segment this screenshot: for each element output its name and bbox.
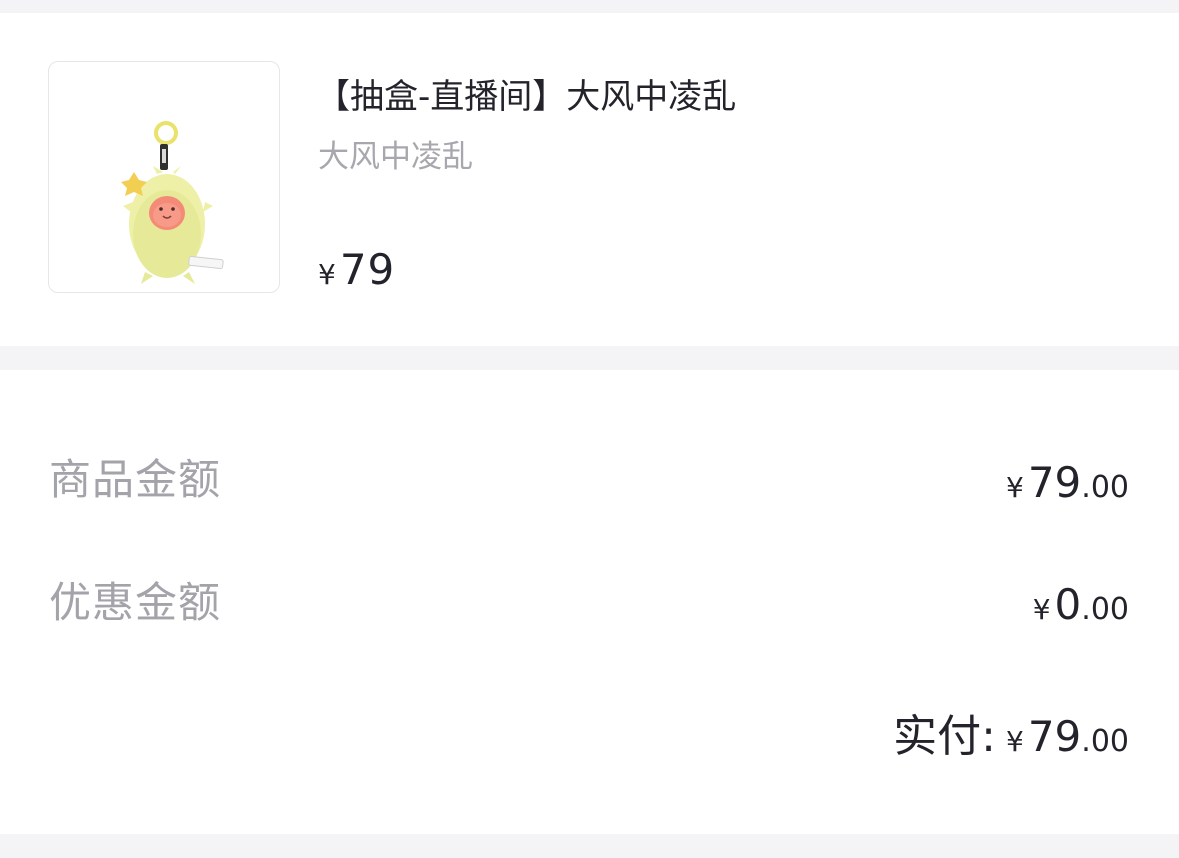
currency-symbol: ¥ bbox=[318, 258, 336, 291]
price-value: 79 bbox=[339, 245, 396, 294]
goods-amount-label: 商品金额 bbox=[49, 455, 222, 504]
product-variant: 大风中凌乱 bbox=[318, 139, 473, 175]
currency-symbol: ¥ bbox=[1006, 725, 1024, 758]
product-card[interactable]: 【抽盒-直播间】大风中凌乱 大风中凌乱 ¥79 bbox=[0, 13, 1179, 346]
product-price: ¥79 bbox=[318, 245, 395, 294]
discount-amount-dec: .00 bbox=[1081, 592, 1129, 627]
product-title[interactable]: 【抽盒-直播间】大风中凌乱 bbox=[316, 75, 736, 119]
goods-amount-value: ¥79.00 bbox=[1006, 458, 1129, 507]
discount-amount-value: ¥0.00 bbox=[1033, 580, 1129, 629]
currency-symbol: ¥ bbox=[1032, 593, 1051, 626]
discount-amount-label: 优惠金额 bbox=[49, 578, 222, 627]
order-page: 【抽盒-直播间】大风中凌乱 大风中凌乱 ¥79 商品金额 ¥79.00 优惠金额… bbox=[0, 0, 1179, 858]
discount-amount-int: 0 bbox=[1054, 580, 1082, 629]
paid-label: 实付: bbox=[893, 711, 996, 762]
paid-total: 实付: ¥79.00 bbox=[893, 700, 1129, 764]
currency-symbol: ¥ bbox=[1006, 471, 1024, 504]
plush-keychain-icon bbox=[121, 121, 224, 284]
product-image[interactable] bbox=[48, 61, 280, 293]
order-summary: 商品金额 ¥79.00 优惠金额 ¥0.00 实付: ¥79.00 bbox=[0, 370, 1179, 834]
paid-dec: .00 bbox=[1081, 724, 1129, 759]
goods-amount-dec: .00 bbox=[1081, 470, 1129, 505]
paid-int: 79 bbox=[1027, 712, 1082, 761]
goods-amount-int: 79 bbox=[1027, 458, 1082, 507]
